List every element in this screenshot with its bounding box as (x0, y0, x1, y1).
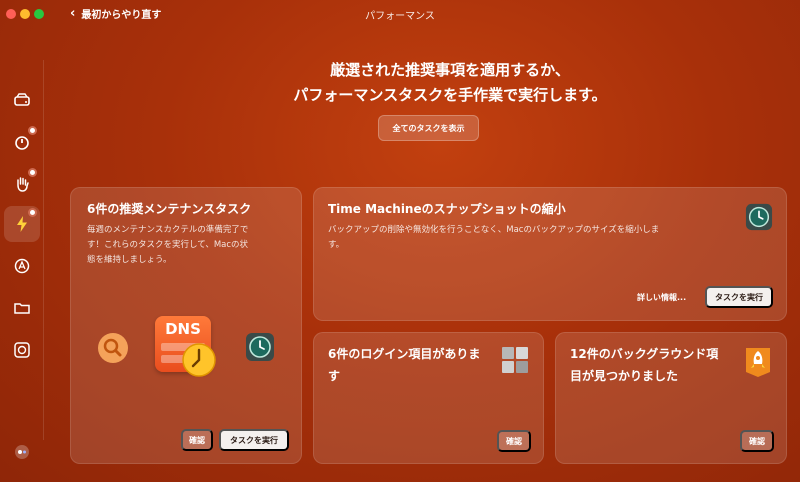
review-button[interactable]: 確認 (497, 430, 531, 452)
background-items-card: 12件のバックグラウンド項 目が見つかりました 確認 (555, 332, 787, 464)
time-machine-description: バックアップの削除や無効化を行うことなく、Macのバックアップのサイズを縮小しま… (328, 225, 660, 250)
lens-icon (14, 342, 30, 358)
hero-heading: 厳選された推奨事項を適用するか、 パフォーマンスタスクを手作業で実行します。 (200, 58, 700, 108)
shield-icon (15, 136, 29, 150)
sidebar-item-performance[interactable] (4, 206, 40, 242)
login-items-icon (502, 347, 528, 373)
sidebar-item-files[interactable] (4, 290, 40, 326)
maintenance-title: 6件の推奨メンテナンスタスク (87, 202, 252, 216)
sidebar-item-cleanup[interactable] (4, 82, 40, 118)
run-task-button[interactable]: タスクを実行 (705, 286, 773, 308)
time-machine-card: Time Machineのスナップショットの縮小 バックアップの削除や無効化を行… (313, 187, 787, 321)
sidebar-divider (43, 60, 44, 440)
rocket-icon (746, 348, 770, 377)
hero-line-2: パフォーマンスタスクを手作業で実行します。 (293, 86, 607, 104)
hand-icon (17, 177, 29, 192)
sidebar-item-protection[interactable] (4, 124, 40, 160)
maintenance-description: 毎週のメンテナンスカクテルの準備完了で す！これらのタスクを実行して、Macの状… (87, 225, 249, 265)
folder-icon (14, 303, 30, 314)
sidebar-item-privacy[interactable] (4, 166, 40, 202)
hero-line-1: 厳選された推奨事項を適用するか、 (330, 61, 570, 79)
time-machine-icon (745, 203, 773, 231)
time-machine-title: Time Machineのスナップショットの縮小 (328, 202, 566, 216)
time-machine-icon (246, 333, 274, 361)
run-task-button[interactable]: タスクを実行 (219, 429, 289, 451)
sidebar (0, 28, 44, 482)
assistant-icon (15, 445, 29, 459)
window-title: パフォーマンス (365, 11, 435, 22)
learn-more-link[interactable]: 詳しい情報... (637, 292, 686, 303)
maintenance-card: 6件の推奨メンテナンスタスク 毎週のメンテナンスカクテルの準備完了で す！これら… (70, 187, 302, 464)
notification-badge (28, 168, 37, 177)
search-icon (98, 333, 128, 363)
sidebar-item-space[interactable] (4, 332, 40, 368)
show-all-tasks-button[interactable]: 全てのタスクを表示 (378, 115, 479, 141)
title-bar: ‹ 最初からやり直す パフォーマンス (0, 0, 800, 28)
review-button[interactable]: 確認 (740, 430, 774, 452)
notification-badge (28, 126, 37, 135)
disk-icon (14, 93, 30, 106)
app-icon (14, 258, 30, 274)
bolt-icon (17, 216, 27, 232)
assistant-button[interactable] (4, 434, 40, 470)
clock-icon (182, 343, 216, 377)
notification-badge (28, 208, 37, 217)
login-items-card: 6件のログイン項目がありま す 確認 (313, 332, 544, 464)
sidebar-item-applications[interactable] (4, 248, 40, 284)
review-button[interactable]: 確認 (181, 429, 213, 451)
login-items-title: 6件のログイン項目がありま す (328, 347, 481, 383)
background-items-title: 12件のバックグラウンド項 目が見つかりました (570, 347, 719, 383)
